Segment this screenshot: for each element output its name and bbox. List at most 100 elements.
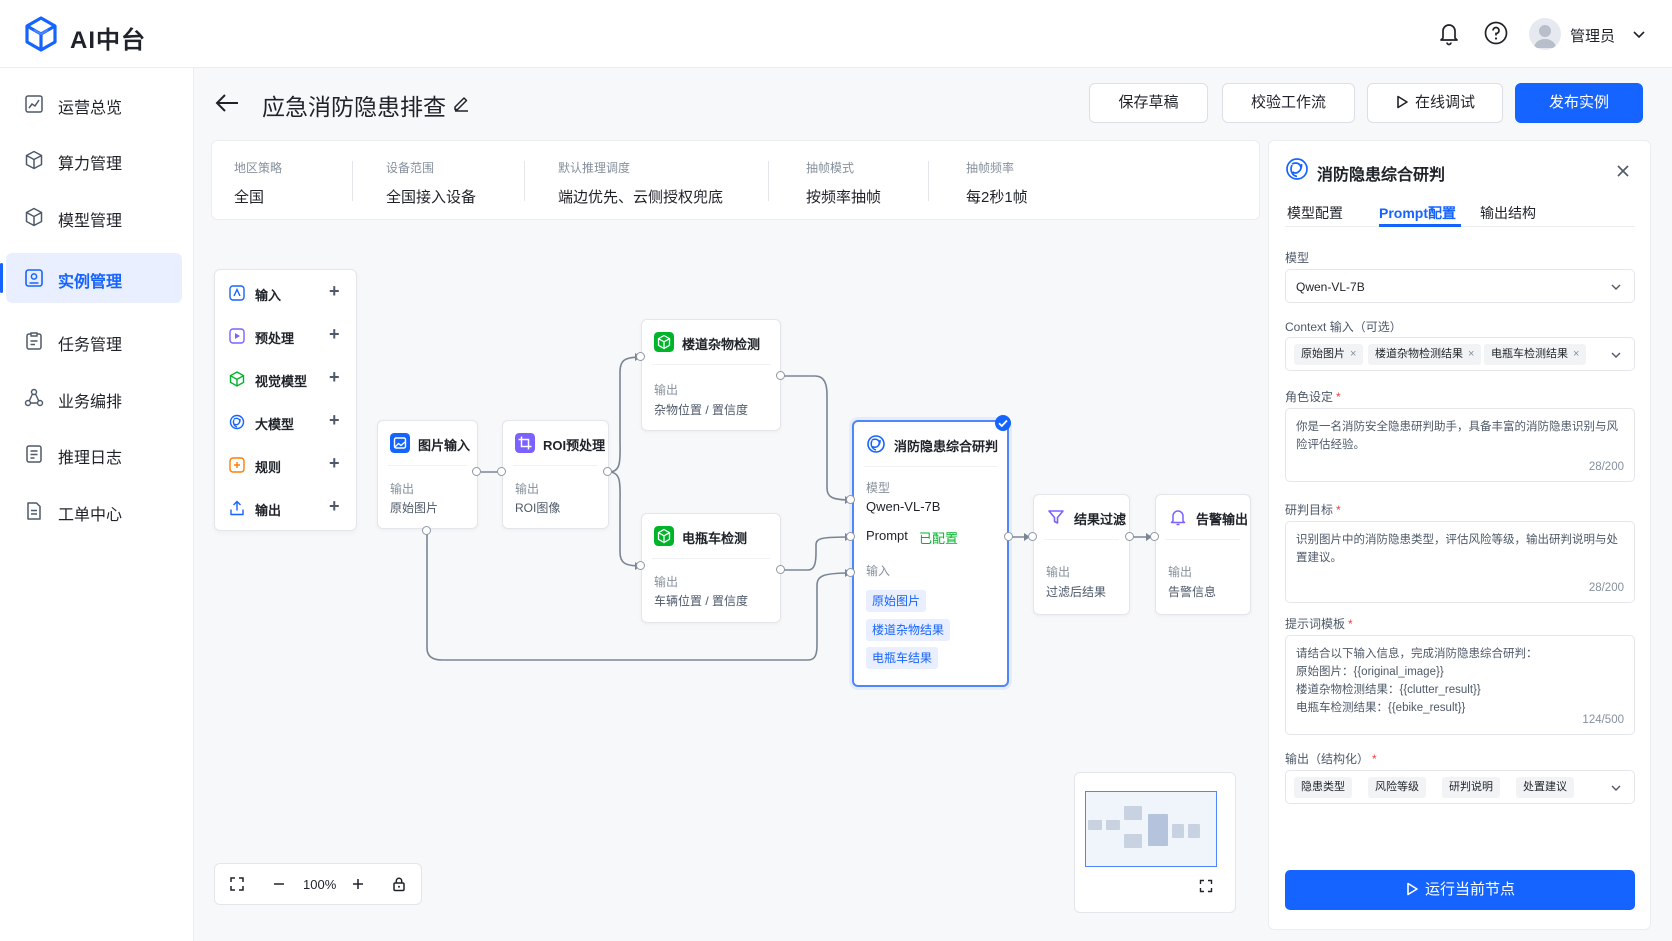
context-multiselect[interactable]: 原始图片 × 楼道杂物检测结果 × 电瓶车检测结果 × — [1285, 337, 1635, 371]
palette-item-output[interactable]: 输出 + — [215, 488, 358, 528]
tab-output-structure[interactable]: 输出结构 — [1480, 203, 1536, 223]
add-icon[interactable]: + — [329, 453, 340, 474]
info-label: 抽帧频率 — [966, 161, 1015, 175]
palette-item-vision-model[interactable]: 视觉模型 + — [215, 359, 358, 399]
remove-icon[interactable]: × — [1573, 348, 1579, 360]
online-debug-button[interactable]: 在线调试 — [1367, 83, 1503, 123]
avatar[interactable] — [1529, 18, 1561, 50]
output-port[interactable] — [1125, 532, 1134, 541]
minimap-viewport[interactable] — [1085, 791, 1217, 867]
context-chip[interactable]: 原始图片 × — [1294, 344, 1364, 365]
node-output-label: 输出 — [515, 482, 540, 496]
sidebar-item-tasks[interactable]: 任务管理 — [6, 316, 182, 366]
node-clutter-detection[interactable]: 楼道杂物检测 输出 杂物位置 / 置信度 — [641, 319, 781, 431]
sidebar-item-label: 推理日志 — [58, 450, 123, 467]
palette-item-rule[interactable]: 规则 + — [215, 445, 358, 485]
tab-prompt-config[interactable]: Prompt配置 — [1379, 203, 1456, 223]
node-fire-hazard-judgment[interactable]: 消防隐患综合研判 模型 Qwen-VL-7B Prompt 已配置 输入 原始图… — [852, 420, 1009, 687]
input-port[interactable] — [1028, 532, 1037, 541]
input-port[interactable] — [846, 495, 855, 504]
zoom-in-icon[interactable] — [350, 876, 366, 892]
panel-title: 消防隐患综合研判 — [1317, 167, 1446, 184]
node-roi-preprocess[interactable]: ROI预处理 输出 ROI图像 — [502, 420, 609, 529]
tab-model-config[interactable]: 模型配置 — [1287, 203, 1343, 223]
output-chip[interactable]: 隐患类型 — [1294, 777, 1352, 798]
add-icon[interactable]: + — [329, 367, 340, 388]
role-textarea[interactable]: 你是一名消防安全隐患研判助手，具备丰富的消防隐患识别与风险评估经验。 28/20… — [1285, 408, 1635, 482]
goal-textarea[interactable]: 识别图片中的消防隐患类型，评估风险等级，输出研判说明与处置建议。 28/200 — [1285, 521, 1635, 603]
add-icon[interactable]: + — [329, 496, 340, 517]
active-tab-indicator — [1379, 224, 1461, 227]
palette-item-preprocess[interactable]: 预处理 + — [215, 316, 358, 356]
output-chip[interactable]: 处置建议 — [1516, 777, 1574, 798]
output-port[interactable] — [603, 467, 612, 476]
lock-icon[interactable] — [391, 876, 407, 892]
input-port[interactable] — [846, 568, 855, 577]
output-chip[interactable]: 研判说明 — [1442, 777, 1500, 798]
node-result-filter[interactable]: 结果过滤 输出 过滤后结果 — [1033, 494, 1130, 615]
sidebar-item-label: 工单中心 — [58, 507, 123, 524]
palette-item-input[interactable]: 输入 + — [215, 273, 358, 313]
input-port[interactable] — [846, 532, 855, 541]
info-value: 全国接入设备 — [386, 189, 477, 206]
run-node-button[interactable]: 运行当前节点 — [1285, 870, 1635, 910]
node-title: 电瓶车检测 — [682, 531, 748, 546]
instance-info-bar: 地区策略 全国 设备范围 全国接入设备 默认推理调度 端边优先、云侧授权兜底 抽帧模式… — [211, 140, 1260, 220]
sidebar-item-orchestration[interactable]: 业务编排 — [6, 373, 182, 423]
user-name[interactable]: 管理员 — [1570, 25, 1615, 46]
prompt-template-textarea[interactable]: 请结合以下输入信息，完成消防隐患综合研判： 原始图片：{{original_im… — [1285, 635, 1635, 735]
bell-icon[interactable] — [1436, 20, 1462, 46]
zoom-level: 100% — [303, 877, 337, 892]
back-arrow-icon[interactable] — [214, 92, 240, 114]
input-port[interactable] — [497, 467, 506, 476]
fit-view-icon[interactable] — [229, 876, 245, 892]
sidebar-item-models[interactable]: 模型管理 — [6, 192, 182, 242]
context-chip[interactable]: 楼道杂物检测结果 × — [1368, 344, 1482, 365]
output-chip[interactable]: 风险等级 — [1368, 777, 1426, 798]
output-port[interactable] — [776, 371, 785, 380]
output-port[interactable] — [776, 565, 785, 574]
prompt-status: 已配置 — [919, 531, 959, 546]
sidebar-item-overview[interactable]: 运营总览 — [6, 79, 182, 129]
node-title: ROI预处理 — [543, 438, 606, 453]
chip-label: 电瓶车检测结果 — [1491, 348, 1568, 360]
add-icon[interactable]: + — [329, 410, 340, 431]
model-label: 模型 — [866, 481, 891, 495]
chevron-down-icon[interactable] — [1632, 27, 1646, 41]
sidebar-item-logs[interactable]: 推理日志 — [6, 429, 182, 479]
output-structure-select[interactable]: 隐患类型 风险等级 研判说明 处置建议 — [1285, 770, 1635, 804]
node-palette: 输入 + 预处理 + 视觉模型 + 大模型 + 规则 + 输出 + — [214, 269, 357, 531]
help-icon[interactable] — [1483, 20, 1509, 46]
add-icon[interactable]: + — [329, 281, 340, 302]
node-image-input[interactable]: 图片输入 输出 原始图片 — [377, 420, 478, 529]
edit-icon[interactable] — [452, 94, 470, 112]
minimap[interactable] — [1074, 772, 1236, 913]
output-port[interactable] — [472, 467, 481, 476]
input-port[interactable] — [1150, 532, 1159, 541]
close-icon[interactable] — [1615, 163, 1631, 179]
sidebar-item-compute[interactable]: 算力管理 — [6, 135, 182, 185]
node-ebike-detection[interactable]: 电瓶车检测 输出 车辆位置 / 置信度 — [641, 513, 781, 623]
validate-workflow-button[interactable]: 校验工作流 — [1222, 83, 1355, 123]
chip-label: 原始图片 — [1301, 348, 1345, 360]
zoom-out-icon[interactable] — [271, 876, 287, 892]
goal-field-label: 研判目标 * — [1285, 503, 1341, 517]
model-select[interactable]: Qwen-VL-7B — [1285, 269, 1635, 303]
input-port[interactable] — [636, 352, 645, 361]
add-icon[interactable]: + — [329, 324, 340, 345]
input-port[interactable] — [636, 561, 645, 570]
output-port[interactable] — [422, 526, 431, 535]
output-port[interactable] — [1004, 532, 1013, 541]
remove-icon[interactable]: × — [1350, 348, 1356, 360]
context-chip[interactable]: 电瓶车检测结果 × — [1484, 344, 1587, 365]
fullscreen-icon[interactable] — [1199, 879, 1213, 893]
node-alarm-output[interactable]: 告警输出 输出 告警信息 — [1155, 494, 1251, 615]
publish-instance-button[interactable]: 发布实例 — [1515, 83, 1643, 123]
palette-item-llm[interactable]: 大模型 + — [215, 402, 358, 442]
sidebar-item-instances[interactable]: 实例管理 — [0, 253, 182, 303]
save-draft-button[interactable]: 保存草稿 — [1089, 83, 1208, 123]
input-label: 输入 — [866, 564, 891, 578]
remove-icon[interactable]: × — [1468, 348, 1474, 360]
sidebar-item-tickets[interactable]: 工单中心 — [6, 486, 182, 536]
palette-item-label: 输出 — [255, 503, 282, 518]
